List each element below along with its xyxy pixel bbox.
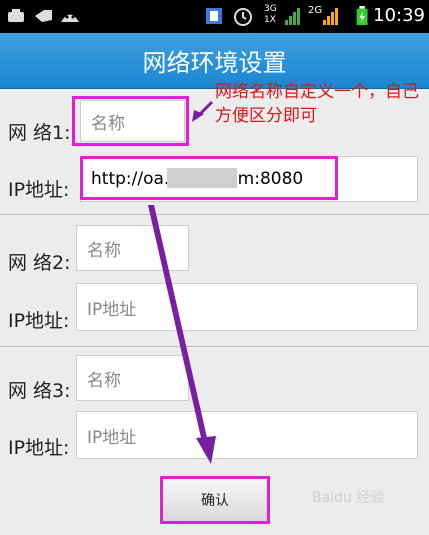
screenshot-icon bbox=[206, 8, 222, 24]
network-1-ip-highlight bbox=[80, 156, 338, 200]
confirm-button[interactable]: 确认 bbox=[160, 476, 270, 524]
network-1-ip-label: IP地址: bbox=[8, 179, 70, 201]
network-1-name-highlight bbox=[72, 96, 189, 146]
section-divider-2 bbox=[0, 346, 429, 347]
network-3-label: 网 络3: bbox=[8, 380, 71, 402]
network-2g-label: 2G bbox=[308, 5, 323, 16]
arrow-to-name-field bbox=[194, 100, 214, 120]
signal-2g-icon bbox=[323, 8, 338, 25]
arrow-head-name bbox=[192, 110, 204, 122]
network-3-name-input[interactable]: 名称 bbox=[76, 355, 189, 401]
network-2-name-placeholder: 名称 bbox=[87, 240, 121, 261]
clock-time: 10:39 bbox=[373, 5, 425, 26]
alarm-icon bbox=[234, 8, 252, 26]
network-2-ip-label: IP地址: bbox=[8, 310, 70, 332]
page-title: 网络环境设置 bbox=[142, 49, 287, 77]
network-2-ip-input[interactable]: IP地址 bbox=[76, 283, 418, 331]
network-3g-label: 3G 1X bbox=[264, 4, 277, 25]
status-bar: 3G 1X 2G 10:39 bbox=[0, 0, 429, 33]
section-divider-1 bbox=[0, 214, 429, 215]
network-1-label: 网 络1: bbox=[8, 122, 71, 144]
android-icon bbox=[61, 14, 79, 22]
watermark: Baidu 经验 bbox=[312, 490, 385, 506]
battery-charging-icon bbox=[356, 6, 368, 26]
confirm-button-label: 确认 bbox=[201, 493, 229, 509]
signal-3g-icon bbox=[285, 8, 300, 25]
network-3-name-placeholder: 名称 bbox=[87, 370, 121, 391]
network-2-label: 网 络2: bbox=[8, 252, 71, 274]
network-3-ip-placeholder: IP地址 bbox=[87, 427, 137, 448]
network-3-ip-label: IP地址: bbox=[8, 437, 70, 459]
network-2-ip-placeholder: IP地址 bbox=[87, 299, 137, 320]
network-2-name-input[interactable]: 名称 bbox=[76, 225, 189, 271]
annotation-text: 网络名称自定义一个，自己方便区分即可 bbox=[215, 82, 419, 126]
usb-icon bbox=[8, 9, 24, 22]
network-3-ip-input[interactable]: IP地址 bbox=[76, 411, 418, 459]
sd-icon bbox=[35, 10, 52, 22]
